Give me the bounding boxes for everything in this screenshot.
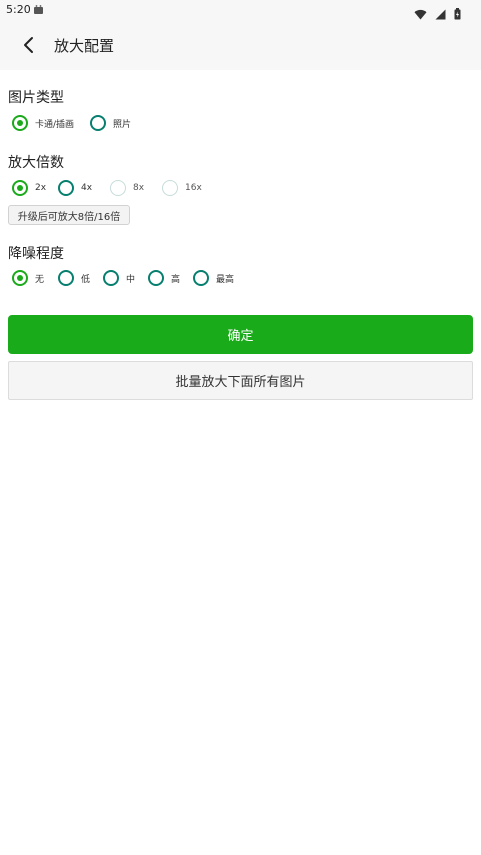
radio-label: 4x: [81, 183, 93, 193]
radio-photo[interactable]: 照片: [90, 114, 131, 132]
radio-circle: [90, 115, 106, 131]
radio-scale-2x[interactable]: 2x: [12, 179, 46, 197]
radio-circle: [12, 180, 28, 196]
radio-scale-4x[interactable]: 4x: [58, 179, 92, 197]
radio-label: 8x: [133, 183, 145, 193]
radio-circle: [193, 270, 209, 286]
radio-circle: [103, 270, 119, 286]
radio-denoise-medium[interactable]: 中: [103, 269, 135, 287]
image-type-title: 图片类型: [8, 90, 64, 106]
radio-cartoon[interactable]: 卡通/插画: [12, 114, 74, 132]
denoise-title: 降噪程度: [8, 246, 64, 262]
radio-label: 照片: [113, 119, 132, 130]
status-bar: 5:20: [0, 0, 481, 20]
app-bar: 放大配置: [0, 20, 481, 70]
radio-label: 卡通/插画: [35, 119, 75, 130]
radio-denoise-highest[interactable]: 最高: [193, 269, 234, 287]
status-icons: [411, 4, 461, 20]
radio-scale-16x[interactable]: 16x: [162, 179, 202, 197]
radio-label: 16x: [185, 183, 202, 193]
radio-label: 中: [126, 274, 136, 285]
radio-label: 无: [35, 274, 45, 285]
radio-circle: [162, 180, 178, 196]
scale-title: 放大倍数: [8, 155, 64, 171]
radio-circle: [148, 270, 164, 286]
radio-denoise-high[interactable]: 高: [148, 269, 180, 287]
radio-denoise-none[interactable]: 无: [12, 269, 44, 287]
radio-circle: [58, 270, 74, 286]
radio-label: 高: [171, 274, 181, 285]
radio-scale-8x[interactable]: 8x: [110, 179, 144, 197]
radio-circle: [110, 180, 126, 196]
upgrade-button[interactable]: 升级后可放大8倍/16倍: [8, 205, 130, 225]
chevron-left-icon[interactable]: [18, 34, 40, 56]
radio-circle: [12, 115, 28, 131]
radio-denoise-low[interactable]: 低: [58, 269, 90, 287]
batch-upscale-button[interactable]: 批量放大下面所有图片: [8, 361, 473, 400]
radio-label: 低: [81, 274, 91, 285]
status-time: 5:20: [6, 3, 31, 16]
page-title: 放大配置: [54, 37, 115, 55]
radio-circle: [12, 270, 28, 286]
android-icon: [34, 5, 43, 14]
radio-label: 最高: [216, 274, 235, 285]
radio-circle: [58, 180, 74, 196]
confirm-button[interactable]: 确定: [8, 315, 473, 354]
radio-label: 2x: [35, 183, 47, 193]
